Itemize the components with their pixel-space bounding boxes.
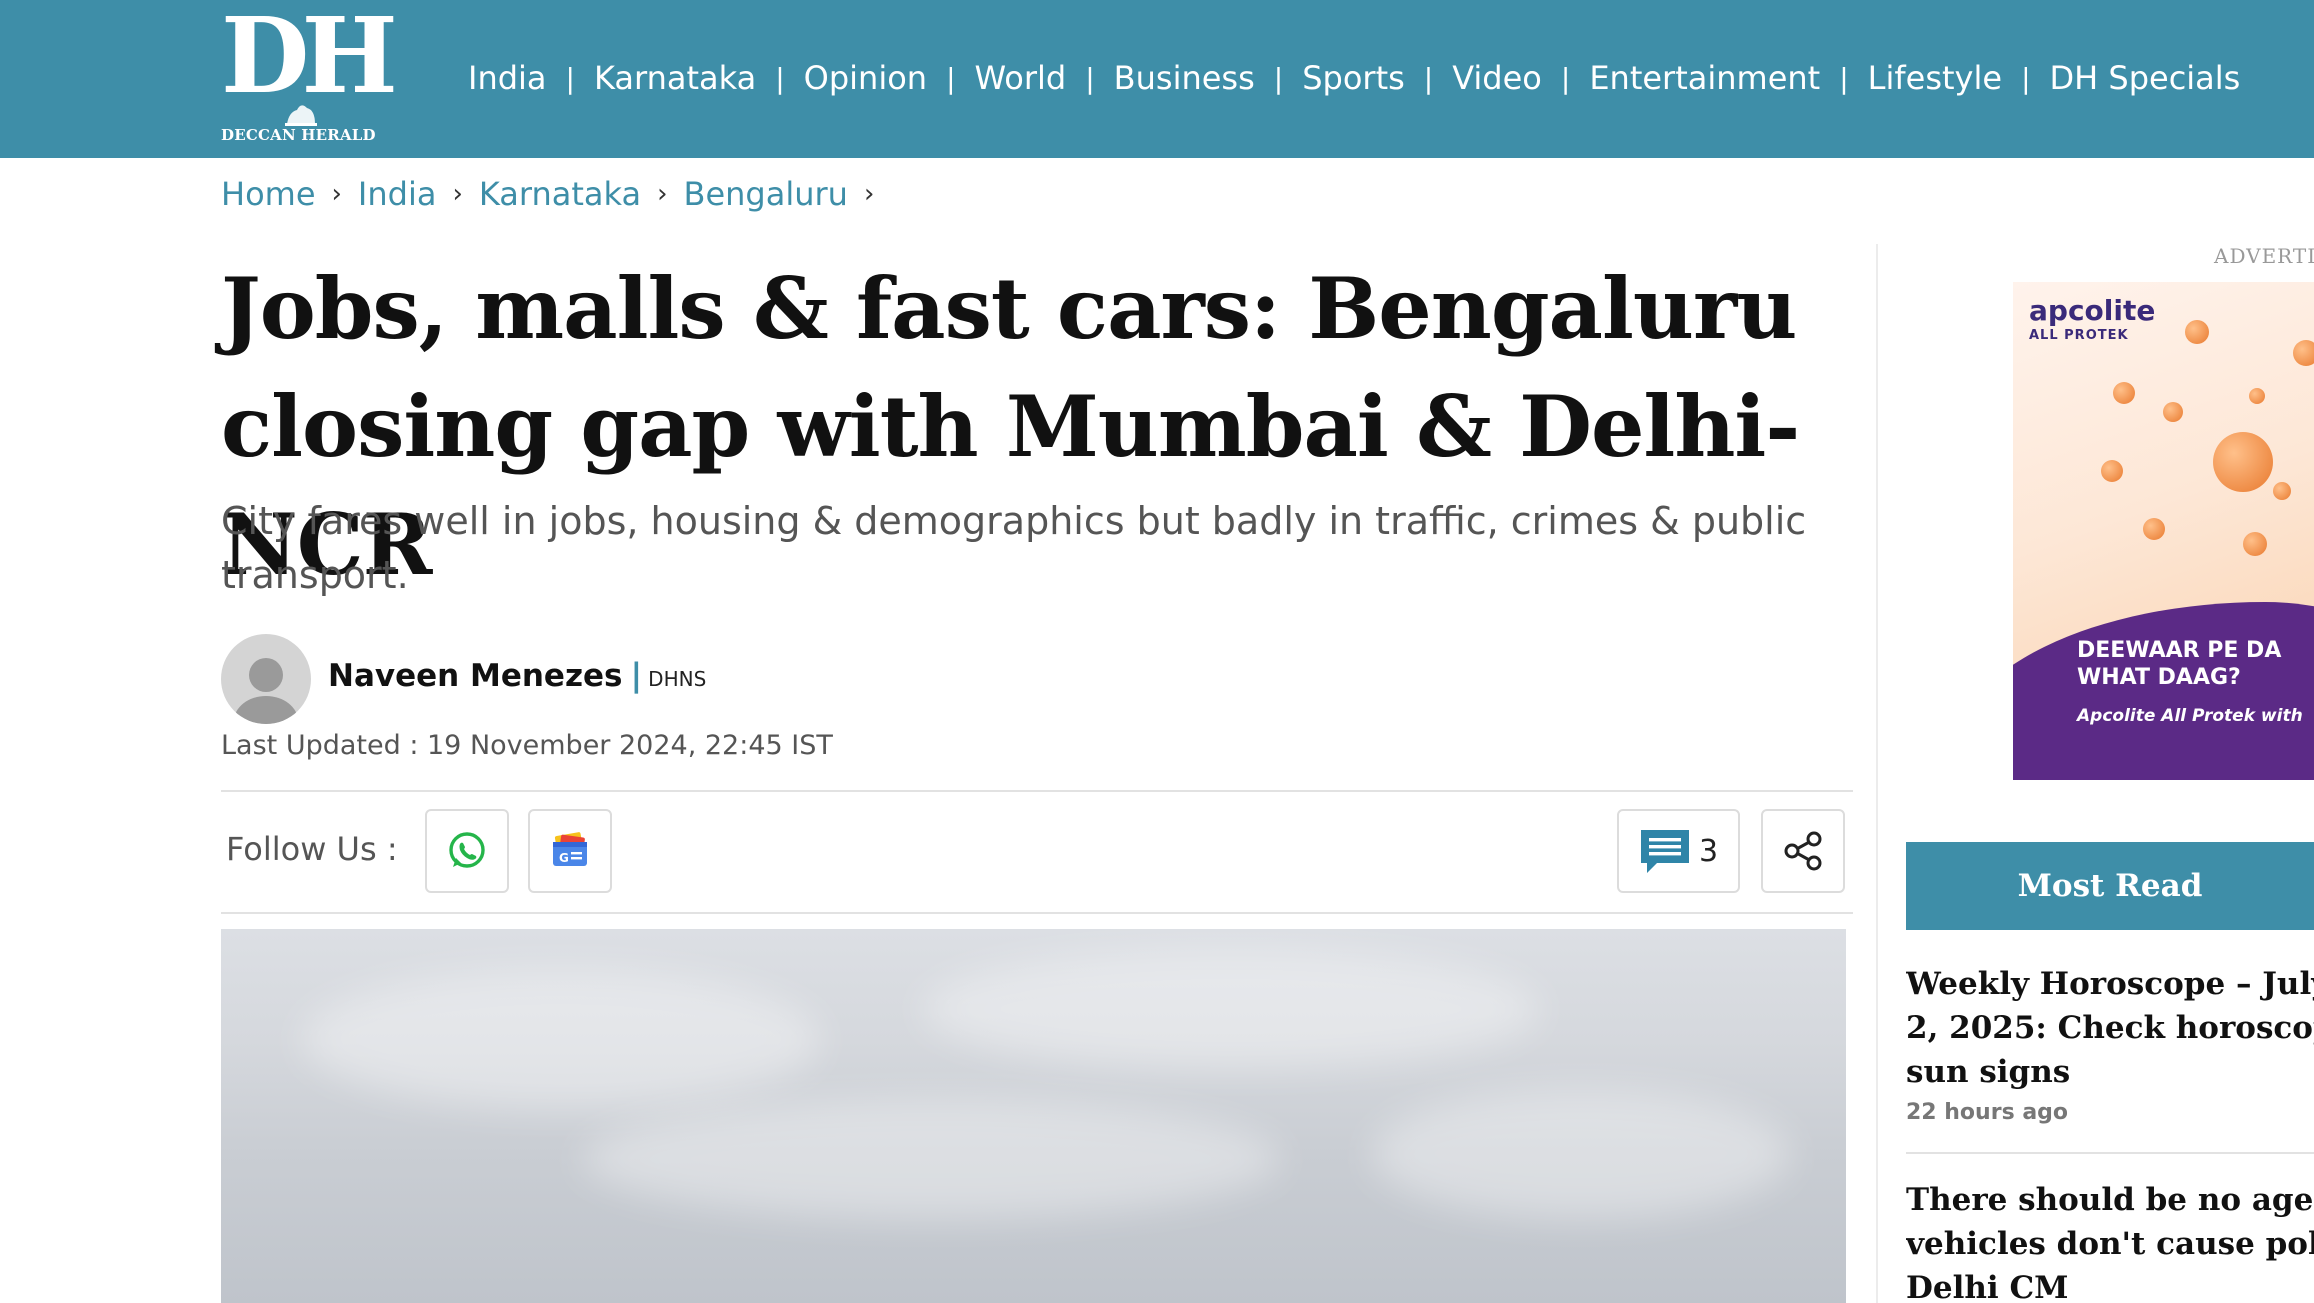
ad-brand: apcolite — [2029, 294, 2156, 327]
sidebar-divider — [1876, 244, 1878, 1303]
whatsapp-follow-button[interactable] — [425, 809, 509, 893]
ad-decor-dot — [2243, 532, 2267, 556]
most-read-item[interactable]: There should be no age cap vehicles don'… — [1906, 1178, 2314, 1303]
logo-mark: DH — [221, 0, 398, 117]
chevron-right-icon: › — [452, 179, 463, 209]
most-read-item[interactable]: Weekly Horoscope – July 27 2, 2025: Chec… — [1906, 962, 2314, 1125]
ad-decor-dot — [2273, 482, 2291, 500]
nav-item-entertainment[interactable]: Entertainment — [1589, 59, 1820, 97]
comment-icon — [1640, 830, 1689, 873]
author-avatar[interactable] — [221, 634, 311, 724]
advertisement-label: ADVERTI — [2214, 244, 2314, 268]
author-byline: Naveen Menezes | DHNS — [328, 656, 706, 694]
svg-text:G: G — [559, 851, 569, 865]
author-agency: DHNS — [648, 667, 707, 691]
cloud-shape — [301, 969, 821, 1109]
nav-separator: | — [1423, 61, 1434, 95]
ad-decor-splash — [2213, 432, 2273, 492]
share-button[interactable] — [1761, 809, 1845, 893]
nav-item-opinion[interactable]: Opinion — [804, 59, 927, 97]
follow-us-label: Follow Us : — [226, 830, 398, 868]
breadcrumb-karnataka[interactable]: Karnataka — [479, 175, 641, 213]
comments-button[interactable]: 3 — [1617, 809, 1740, 893]
cloud-shape — [581, 1099, 1281, 1219]
breadcrumb-home[interactable]: Home — [221, 175, 316, 213]
breadcrumb-india[interactable]: India — [358, 175, 437, 213]
google-news-follow-button[interactable]: G — [528, 809, 612, 893]
ad-decor-dot — [2113, 382, 2135, 404]
avatar-shoulders-shape — [234, 696, 298, 724]
most-read-title: Most Read — [2017, 868, 2203, 904]
share-icon — [1784, 831, 1822, 871]
ad-decor-dot — [2293, 340, 2314, 366]
divider — [221, 790, 1853, 792]
ad-decor-dot — [2185, 320, 2209, 344]
nav-item-sports[interactable]: Sports — [1302, 59, 1405, 97]
most-read-item-title[interactable]: Weekly Horoscope – July 27 2, 2025: Chec… — [1906, 962, 2314, 1094]
nav-item-business[interactable]: Business — [1114, 59, 1255, 97]
nav-separator: | — [2021, 61, 2031, 95]
chevron-right-icon: › — [657, 179, 668, 209]
site-header: DH DECCAN HERALD India | Karnataka | Opi… — [0, 0, 2314, 158]
nav-item-india[interactable]: India — [468, 59, 547, 97]
cloud-shape — [1371, 1089, 1791, 1219]
nav-separator: | — [775, 61, 785, 95]
main-nav: India | Karnataka | Opinion | World | Bu… — [468, 56, 2240, 100]
last-updated: Last Updated : 19 November 2024, 22:45 I… — [221, 730, 833, 761]
logo-name: DECCAN HERALD — [221, 126, 376, 144]
emblem-icon — [285, 105, 317, 126]
nav-item-lifestyle[interactable]: Lifestyle — [1868, 59, 2002, 97]
advertisement-banner[interactable]: apcolite ALL PROTEK DEEWAAR PE DA WHAT D… — [2013, 282, 2314, 780]
most-read-item-time: 22 hours ago — [1906, 1100, 2069, 1125]
nav-item-world[interactable]: World — [975, 59, 1067, 97]
ad-decor-dot — [2163, 402, 2183, 422]
nav-separator: | — [1560, 61, 1571, 95]
chevron-right-icon: › — [331, 179, 342, 209]
nav-item-video[interactable]: Video — [1452, 59, 1542, 97]
nav-separator: | — [1839, 61, 1849, 95]
avatar-head-shape — [249, 658, 283, 692]
nav-item-karnataka[interactable]: Karnataka — [594, 59, 756, 97]
headline-line-1: Jobs, malls & fast cars: Bengaluru — [221, 259, 1797, 358]
ad-decor-dot — [2143, 518, 2165, 540]
google-news-icon: G — [553, 832, 587, 866]
deccan-herald-logo[interactable]: DH DECCAN HERALD — [221, 4, 398, 148]
nav-separator: | — [1273, 61, 1284, 95]
ad-purple-wave — [2013, 602, 2314, 780]
divider — [1906, 1152, 2314, 1154]
divider — [221, 912, 1853, 914]
chevron-right-icon: › — [863, 179, 875, 209]
nav-separator: | — [946, 61, 956, 95]
ad-tagline: Apcolite All Protek with — [2077, 706, 2303, 726]
nav-separator: | — [565, 61, 575, 95]
nav-separator: | — [1085, 61, 1095, 95]
breadcrumb: Home › India › Karnataka › Bengaluru › — [221, 172, 890, 216]
breadcrumb-bengaluru[interactable]: Bengaluru — [684, 175, 848, 213]
cloud-shape — [921, 949, 1541, 1069]
nav-item-dh-specials[interactable]: DH Specials — [2050, 59, 2241, 97]
ad-decor-dot — [2249, 388, 2265, 404]
author-name[interactable]: Naveen Menezes — [328, 658, 622, 694]
most-read-header: Most Read — [1906, 842, 2314, 930]
byline-separator: | — [630, 656, 643, 694]
ad-headline: DEEWAAR PE DA WHAT DAAG? — [2077, 638, 2282, 690]
whatsapp-icon — [449, 832, 485, 868]
most-read-item-title[interactable]: There should be no age cap vehicles don'… — [1906, 1178, 2314, 1303]
ad-brand-sub: ALL PROTEK — [2029, 328, 2129, 343]
comment-count: 3 — [1698, 833, 1719, 869]
ad-decor-dot — [2101, 460, 2123, 482]
article-subheadline: City fares well in jobs, housing & demog… — [221, 499, 1807, 597]
article-hero-image — [221, 929, 1846, 1303]
